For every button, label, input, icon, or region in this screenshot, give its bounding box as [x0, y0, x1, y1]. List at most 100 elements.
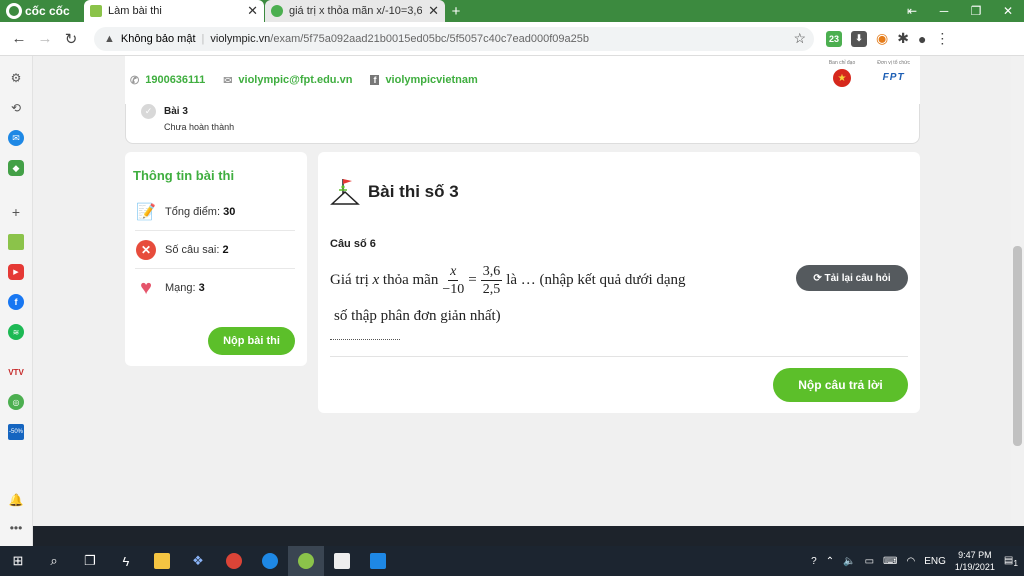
- windows-start-icon[interactable]: ⊞: [0, 546, 36, 576]
- fraction-right: 3,6 2,5: [480, 263, 503, 297]
- close-tab-icon[interactable]: ✕: [247, 3, 258, 19]
- sale-badge-icon[interactable]: -50%: [8, 424, 24, 440]
- facebook-icon[interactable]: f: [8, 294, 24, 310]
- contact-bar: ✆ 1900636111 ✉ violympic@fpt.edu.vn f vi…: [125, 56, 920, 104]
- battery-icon[interactable]: ▭: [865, 556, 874, 567]
- document-icon[interactable]: [324, 546, 360, 576]
- tab-list-icon[interactable]: ⇤: [896, 0, 928, 22]
- tab-search-result[interactable]: giá trị x thỏa mãn x/-10=3,6/… ✕: [265, 0, 445, 22]
- close-tab-icon[interactable]: ✕: [428, 3, 439, 19]
- organizer-logos: Ban chỉ đạo ★ Đơn vị tổ chức FPT: [829, 60, 910, 87]
- app-lightning-icon[interactable]: ϟ: [108, 546, 144, 576]
- coccoc-extension-icon[interactable]: ◉: [876, 30, 888, 47]
- game-controller-icon[interactable]: ◆: [8, 160, 24, 176]
- tab-title: giá trị x thỏa mãn x/-10=3,6/…: [289, 5, 423, 17]
- scroll-thumb[interactable]: [1013, 246, 1022, 446]
- dropbox-icon[interactable]: ❖: [180, 546, 216, 576]
- answer-input[interactable]: [330, 328, 400, 340]
- clock[interactable]: 9:47 PM 1/19/2021: [955, 549, 995, 573]
- divider: [330, 356, 908, 357]
- settings-gear-icon[interactable]: ⚙: [8, 70, 24, 86]
- file-explorer-icon[interactable]: [144, 546, 180, 576]
- lives-value: 3: [198, 282, 205, 294]
- wrong-count-value: 2: [222, 243, 229, 256]
- coccoc-logo-icon: [6, 3, 22, 19]
- question-panel: Bài thi số 3 Câu số 6 Giá trị x thỏa mãn…: [318, 152, 920, 413]
- search-icon[interactable]: ⌕: [36, 546, 72, 576]
- phone-contact[interactable]: ✆ 1900636111: [130, 74, 205, 87]
- security-label[interactable]: Không bảo mật: [121, 33, 196, 45]
- refresh-icon: ⟳: [813, 272, 822, 284]
- extension-badge-icon[interactable]: 23: [826, 30, 842, 47]
- chrome-icon[interactable]: [216, 546, 252, 576]
- don-vi-to-chuc: Đơn vị tổ chức FPT: [877, 60, 910, 83]
- brand-name: cốc cốc: [25, 4, 70, 18]
- reload-icon[interactable]: ↻: [58, 30, 84, 48]
- mail-icon[interactable]: [360, 546, 396, 576]
- messenger-icon[interactable]: ✉: [8, 130, 24, 146]
- tab-lam-bai-thi[interactable]: Làm bài thi ✕: [84, 0, 264, 22]
- reload-question-button[interactable]: ⟳ Tải lại câu hỏi: [796, 265, 908, 291]
- youtube-icon[interactable]: ▶: [8, 264, 24, 280]
- language-indicator[interactable]: ENG: [924, 556, 946, 567]
- url-bar[interactable]: ▲ Không bảo mật | violympic.vn /exam/5f7…: [94, 26, 814, 51]
- restore-icon[interactable]: ❐: [960, 0, 992, 22]
- help-icon[interactable]: ?: [811, 556, 817, 567]
- coccoc-brand[interactable]: cốc cốc: [0, 0, 84, 22]
- add-sidebar-icon[interactable]: +: [8, 204, 24, 220]
- profile-avatar-icon[interactable]: ●: [918, 31, 926, 47]
- more-dots-icon[interactable]: •••: [8, 520, 24, 536]
- exam-info-panel: Thông tin bài thi 📝 Tổng điểm: 30 ✕ Số c…: [125, 152, 307, 366]
- submit-answer-button[interactable]: Nộp câu trả lời: [773, 368, 908, 402]
- tab-title: Làm bài thi: [108, 5, 162, 17]
- total-score-row: 📝 Tổng điểm: 30: [135, 193, 295, 231]
- edge-icon[interactable]: [252, 546, 288, 576]
- submit-exam-button[interactable]: Nộp bài thi: [208, 327, 295, 355]
- phone-icon: ✆: [130, 74, 140, 87]
- email-contact[interactable]: ✉ violympic@fpt.edu.vn: [223, 74, 352, 87]
- site-footer: [33, 526, 1024, 546]
- lesson-status: Chưa hoàn thành: [164, 122, 235, 132]
- forward-arrow-icon[interactable]: →: [32, 30, 58, 47]
- national-emblem-icon: ★: [833, 69, 852, 87]
- puzzle-extensions-icon[interactable]: ✱: [897, 30, 909, 47]
- violympic-sidebar-icon[interactable]: [8, 234, 24, 250]
- browser-tab-strip: cốc cốc Làm bài thi ✕ giá trị x thỏa mãn…: [0, 0, 1024, 22]
- violympic-favicon-icon: [90, 5, 102, 17]
- pencil-notepad-icon: 📝: [136, 203, 156, 221]
- vtv-icon[interactable]: VTV: [8, 364, 24, 380]
- notification-bell-icon[interactable]: 🔔: [8, 492, 24, 508]
- bookmark-star-icon[interactable]: ☆: [793, 30, 806, 47]
- coccoc-news-icon[interactable]: ◎: [8, 394, 24, 410]
- page-scrollbar[interactable]: [1011, 56, 1024, 526]
- arrow-up-icon[interactable]: ⌃: [826, 556, 834, 567]
- task-view-icon[interactable]: ❐: [72, 546, 108, 576]
- history-icon[interactable]: ⟲: [8, 100, 24, 116]
- spotify-icon[interactable]: ≋: [8, 324, 24, 340]
- keyboard-icon[interactable]: ⌨: [883, 556, 897, 567]
- new-tab-button[interactable]: +: [445, 0, 467, 22]
- wrong-answers-row: ✕ Số câu sai: 2: [135, 231, 295, 269]
- notification-center-icon[interactable]: ▤1: [1004, 555, 1018, 568]
- page-content: ✆ 1900636111 ✉ violympic@fpt.edu.vn f vi…: [33, 56, 1011, 526]
- address-toolbar: ← → ↻ ▲ Không bảo mật | violympic.vn /ex…: [0, 22, 1024, 56]
- total-score-value: 30: [223, 205, 236, 218]
- close-window-icon[interactable]: ✕: [992, 0, 1024, 22]
- lesson-progress-card: ✓ Bài 3 Chưa hoàn thành: [125, 104, 920, 144]
- heart-icon: ♥: [140, 276, 152, 299]
- fpt-logo: FPT: [882, 72, 905, 83]
- volume-icon[interactable]: 🔈: [843, 556, 855, 567]
- back-arrow-icon[interactable]: ←: [6, 30, 32, 47]
- facebook-contact[interactable]: f violympicvietnam: [370, 74, 478, 86]
- minimize-icon[interactable]: ─: [928, 0, 960, 22]
- url-text[interactable]: violympic.vn /exam/5f75a092aad21b0015ed0…: [210, 33, 589, 45]
- browser-sidebar: ⚙ ⟲ ✉ ◆ + ▶ f ≋ VTV ◎ -50% 🔔 •••: [0, 56, 33, 546]
- coccoc-taskbar-icon[interactable]: [288, 546, 324, 576]
- download-icon[interactable]: ⬇: [851, 30, 867, 47]
- warning-triangle-icon: ▲: [104, 32, 115, 45]
- system-tray: ? ⌃ 🔈 ▭ ⌨ ◠ ENG 9:47 PM 1/19/2021 ▤1: [811, 549, 1024, 573]
- ban-chi-dao: Ban chỉ đạo ★: [829, 60, 855, 87]
- menu-dots-icon[interactable]: ⋮: [935, 30, 949, 47]
- question-text: Giá trị x thỏa mãn x −10 = 3,6 2,5 là … …: [330, 263, 686, 325]
- wifi-icon[interactable]: ◠: [906, 556, 915, 567]
